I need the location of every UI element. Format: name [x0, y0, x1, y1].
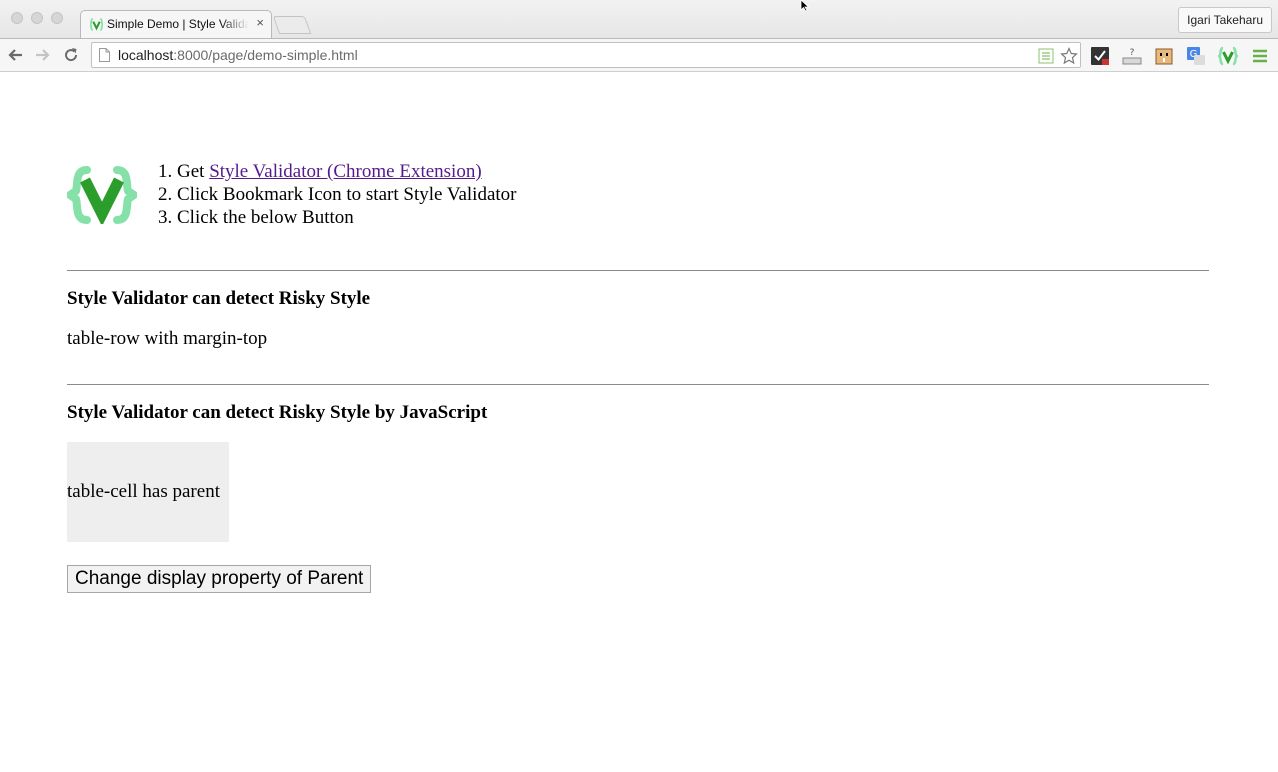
menu-hamburger-icon[interactable] [1250, 46, 1270, 66]
tab-strip: Simple Demo | Style Validator × Igari Ta… [0, 0, 1278, 38]
url-path: :8000/page/demo-simple.html [173, 47, 358, 63]
table-cell-text: table-cell has parent [67, 481, 220, 502]
google-translate-extension-icon[interactable]: G [1186, 46, 1206, 66]
character-extension-icon[interactable] [1154, 46, 1174, 66]
window-minimize-button[interactable] [31, 12, 43, 24]
browser-tab[interactable]: Simple Demo | Style Validator × [80, 10, 272, 38]
new-tab-button[interactable] [272, 16, 312, 34]
steps-list: Get Style Validator (Chrome Extension) C… [150, 160, 517, 229]
page-icon [99, 48, 110, 62]
section2-heading: Style Validator can detect Risky Style b… [67, 402, 488, 423]
url-host: localhost [118, 47, 174, 63]
step-3: Click the below Button [177, 206, 517, 229]
url-text: localhost:8000/page/demo-simple.html [118, 47, 358, 63]
window-zoom-button[interactable] [51, 12, 63, 24]
style-validator-favicon-icon [90, 18, 103, 31]
divider [67, 270, 1209, 271]
style-validator-extension-icon[interactable] [1218, 46, 1238, 66]
divider [67, 384, 1209, 385]
section1-heading: Style Validator can detect Risky Style [67, 288, 371, 309]
change-display-property-button[interactable]: Change display property of Parent [67, 565, 372, 593]
page-content: Get Style Validator (Chrome Extension) C… [0, 72, 1278, 772]
profile-button[interactable]: Igari Takeharu [1178, 7, 1272, 33]
step-2: Click Bookmark Icon to start Style Valid… [177, 183, 517, 206]
window-close-button[interactable] [11, 12, 23, 24]
mouse-cursor-icon [800, 0, 810, 12]
style-validator-logo-icon [67, 166, 137, 224]
forward-arrow-icon[interactable] [33, 46, 51, 64]
checkmark-extension-icon[interactable] [1090, 46, 1110, 66]
bookmark-star-icon[interactable] [1060, 47, 1078, 65]
step-1-prefix: Get [177, 161, 210, 182]
tab-close-icon[interactable]: × [256, 16, 264, 30]
browser-toolbar: localhost:8000/page/demo-simple.html ? G [0, 38, 1278, 72]
step-1: Get Style Validator (Chrome Extension) [177, 160, 517, 183]
section1-text: table-row with margin-top [67, 328, 268, 349]
download-tray-extension-icon[interactable]: ? [1122, 46, 1142, 66]
table-cell-parent: table-cell has parent [67, 442, 229, 542]
chrome-extension-link[interactable]: Style Validator (Chrome Extension) [209, 161, 481, 182]
svg-text:?: ? [1130, 48, 1135, 58]
back-arrow-icon[interactable] [7, 46, 25, 64]
reader-list-icon[interactable] [1037, 47, 1055, 65]
tab-title: Simple Demo | Style Validator [107, 17, 249, 31]
address-bar[interactable]: localhost:8000/page/demo-simple.html [91, 42, 1081, 68]
reload-icon[interactable] [62, 46, 80, 64]
